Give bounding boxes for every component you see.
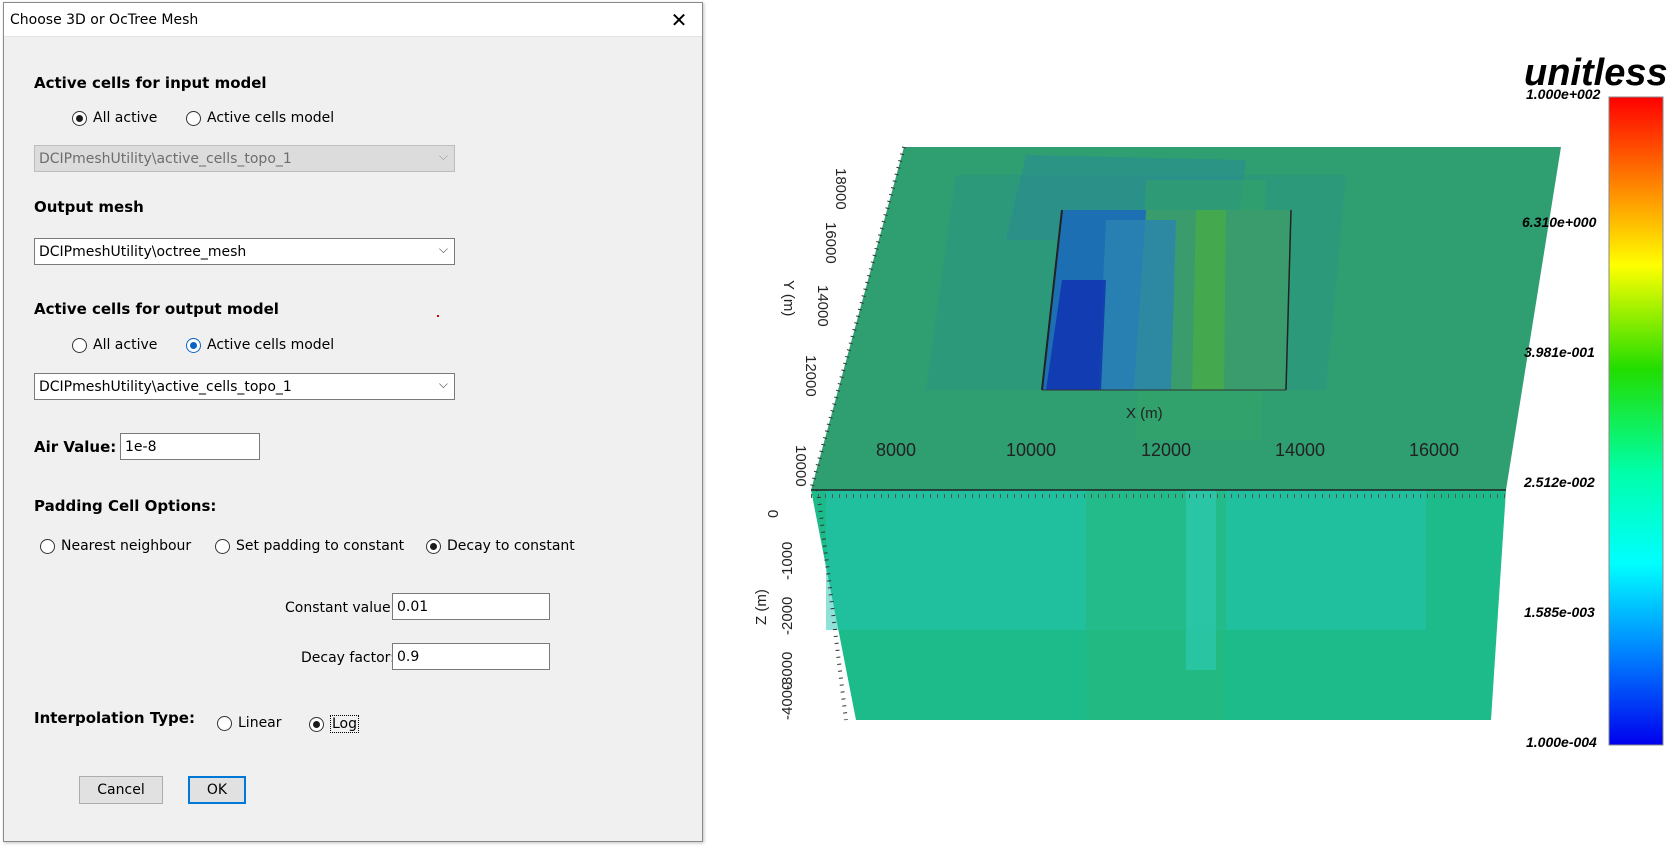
radio-unchecked-icon [215, 538, 230, 554]
y-tick: 16000 [822, 222, 839, 264]
x-tick: 10000 [1006, 440, 1056, 460]
colorbar-tick: 1.000e+002 [1526, 86, 1601, 102]
input-active-cells-title: Active cells for input model [34, 74, 267, 92]
radio-checked-icon [309, 716, 324, 732]
z-tick: -2000 [779, 597, 796, 635]
input-active-cells-model-radio[interactable]: Active cells model [186, 110, 334, 126]
z-tick: -4000 [779, 682, 796, 720]
chevron-down-icon: ⌵ [438, 377, 448, 391]
radio-label: Decay to constant [447, 538, 575, 554]
decay-factor-label: Decay factor: [301, 650, 395, 666]
radio-checked-icon [72, 110, 87, 126]
combo-value: DCIPmeshUtility\active_cells_topo_1 [39, 378, 292, 395]
radio-label: Set padding to constant [236, 538, 405, 554]
output-mesh-combo[interactable]: DCIPmeshUtility\octree_mesh ⌵ [34, 238, 455, 265]
x-tick: 14000 [1275, 440, 1325, 460]
x-tick: 12000 [1141, 440, 1191, 460]
padding-options-title: Padding Cell Options: [34, 497, 217, 515]
combo-value: DCIPmeshUtility\active_cells_topo_1 [39, 150, 292, 167]
model-3d-viewer[interactable]: 8000 10000 12000 14000 16000 X (m) 10000… [706, 0, 1676, 847]
core-region-stripe [1192, 210, 1226, 390]
x-tick: 16000 [1409, 440, 1459, 460]
y-axis-label: Y (m) [780, 280, 797, 316]
mesh-front-stripe [1186, 490, 1216, 670]
close-icon[interactable]: ✕ [660, 5, 698, 35]
x-axis-label: X (m) [1126, 405, 1163, 422]
y-tick: 14000 [814, 285, 831, 327]
radio-label: Active cells model [207, 337, 335, 353]
colorbar-tick: 2.512e-002 [1524, 474, 1595, 490]
cancel-button[interactable]: Cancel [79, 776, 163, 804]
radio-unchecked-icon [186, 110, 201, 126]
dialog-titlebar: Choose 3D or OcTree Mesh ✕ [4, 3, 702, 37]
set-padding-constant-radio[interactable]: Set padding to constant [215, 538, 404, 554]
input-all-active-radio[interactable]: All active [72, 110, 157, 126]
radio-label: Log [330, 715, 360, 733]
interpolation-type-title: Interpolation Type: [34, 709, 195, 727]
radio-label: All active [93, 337, 158, 353]
combo-value: DCIPmeshUtility\octree_mesh [39, 243, 247, 260]
radio-checked-icon [426, 538, 441, 554]
ok-button[interactable]: OK [188, 776, 246, 804]
radio-label: Nearest neighbour [61, 538, 192, 554]
core-region-mid [1098, 220, 1176, 390]
radio-unchecked-icon [72, 337, 87, 353]
output-all-active-radio[interactable]: All active [72, 337, 157, 353]
x-tick: 8000 [876, 440, 916, 460]
y-tick: 18000 [832, 168, 849, 210]
z-axis-label: Z (m) [753, 589, 770, 625]
stray-mark [437, 315, 439, 317]
output-mesh-title: Output mesh [34, 198, 144, 216]
nearest-neighbour-radio[interactable]: Nearest neighbour [40, 538, 191, 554]
radio-unchecked-icon [40, 538, 55, 554]
y-tick: 12000 [802, 355, 819, 397]
input-active-cells-combo: DCIPmeshUtility\active_cells_topo_1 ⌵ [34, 145, 455, 172]
colorbar-tick: 6.310e+000 [1522, 214, 1597, 230]
z-tick: 0 [765, 510, 782, 518]
air-value-label: Air Value: [34, 438, 117, 456]
colorbar-tick: 1.585e-003 [1524, 604, 1595, 620]
dialog-title: Choose 3D or OcTree Mesh [10, 12, 199, 28]
octree-mesh-dialog: Choose 3D or OcTree Mesh ✕ Active cells … [3, 2, 703, 842]
linear-radio[interactable]: Linear [217, 715, 282, 731]
output-active-cells-combo[interactable]: DCIPmeshUtility\active_cells_topo_1 ⌵ [34, 373, 455, 400]
mesh-render: 8000 10000 12000 14000 16000 X (m) 10000… [753, 96, 1664, 746]
log-radio[interactable]: Log [309, 715, 360, 733]
chevron-down-icon: ⌵ [438, 149, 448, 163]
radio-label: Linear [238, 715, 282, 731]
radio-label: All active [93, 110, 158, 126]
colorbar [1608, 96, 1664, 746]
decay-to-constant-radio[interactable]: Decay to constant [426, 538, 575, 554]
decay-factor-input[interactable]: 0.9 [392, 643, 550, 670]
z-tick: -1000 [779, 542, 796, 580]
y-tick: 10000 [792, 445, 809, 487]
radio-checked-icon [186, 337, 201, 353]
radio-unchecked-icon [217, 715, 232, 731]
colorbar-tick: 3.981e-001 [1524, 344, 1595, 360]
chevron-down-icon: ⌵ [438, 242, 448, 256]
output-active-cells-model-radio[interactable]: Active cells model [186, 337, 334, 353]
output-active-cells-title: Active cells for output model [34, 300, 279, 318]
colorbar-tick: 1.000e-004 [1526, 734, 1597, 750]
radio-label: Active cells model [207, 110, 335, 126]
constant-value-label: Constant value: [285, 600, 396, 616]
constant-value-input[interactable]: 0.01 [392, 593, 550, 620]
air-value-input[interactable]: 1e-8 [120, 433, 260, 460]
